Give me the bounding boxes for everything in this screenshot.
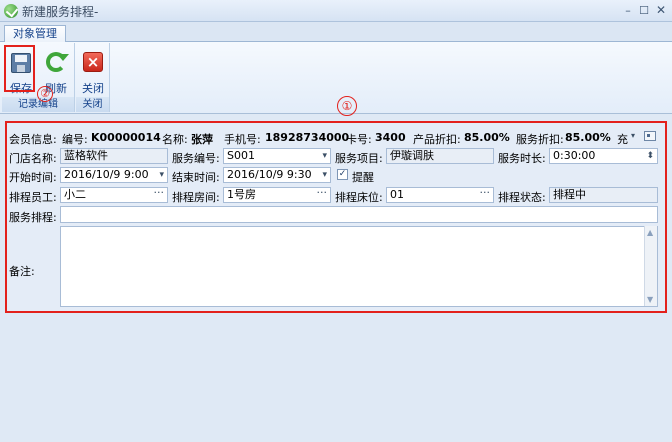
service-discount-value: 85.00% [565,131,611,144]
member-card-icon[interactable] [644,131,656,141]
bed-picker[interactable]: 01 [386,187,494,203]
recharge-chevron-down-icon[interactable]: ▾ [631,131,635,140]
service-item-label: 服务项目: [335,152,383,165]
member-card-label: 卡号: [346,133,372,146]
ribbon-group-close: × 关闭 关闭 [76,43,110,112]
annotation-1: ① [337,96,357,116]
product-discount-label: 产品折扣: [413,133,461,146]
member-card-value: 3400 [375,131,406,144]
room-picker[interactable]: 1号房 [223,187,331,203]
tab-object-management[interactable]: 对象管理 [4,25,66,43]
end-time-picker[interactable]: 2016/10/9 9:30 [223,167,331,183]
bed-label: 排程床位: [335,191,383,204]
title-bar: 新建服务排程- – ☐ ✕ [0,0,672,22]
service-no-select[interactable]: S001 [223,148,331,164]
service-no-label: 服务编号: [172,152,220,165]
staff-picker[interactable]: 小二 [60,187,168,203]
close-window-button[interactable]: ✕ [653,3,669,18]
start-time-label: 开始时间: [9,171,57,184]
remark-scrollbar[interactable]: ▲ ▼ [644,226,657,306]
store-name-label: 门店名称: [9,152,57,165]
end-time-label: 结束时间: [172,171,220,184]
remind-checkbox[interactable]: ✓ [337,169,348,180]
member-phone-label: 手机号: [224,133,261,146]
close-button[interactable]: × 关闭 [76,45,110,95]
scroll-up-icon[interactable]: ▲ [647,228,653,237]
room-label: 排程房间: [172,191,220,204]
member-no-value: K00000014 [91,131,161,144]
maximize-button[interactable]: ☐ [636,3,652,18]
close-icon: × [83,52,103,72]
remind-label: 提醒 [352,171,374,184]
close-button-label: 关闭 [82,82,104,95]
schedule-status-field: 排程中 [549,187,658,203]
app-icon [4,4,18,18]
member-name-label: 名称: [162,133,188,146]
minimize-button[interactable]: – [620,3,636,18]
save-highlight-box [4,45,35,92]
scroll-down-icon[interactable]: ▼ [647,295,653,304]
member-no-label: 编号: [62,133,88,146]
remark-textarea[interactable] [60,226,658,307]
service-schedule-label: 服务排程: [9,211,57,224]
schedule-status-label: 排程状态: [498,191,546,204]
member-phone-value: 18928734000 [265,131,350,144]
ribbon: 保存 刷新 记录编辑 × 关闭 关闭 [0,42,672,114]
start-time-picker[interactable]: 2016/10/9 9:00 [60,167,168,183]
annotation-2: ② [37,86,53,102]
remark-label: 备注: [9,265,35,278]
member-info-label: 会员信息: [9,133,57,146]
group-label-close: 关闭 [76,97,109,112]
service-schedule-input[interactable] [60,206,658,223]
window-title: 新建服务排程- [22,5,99,19]
store-name-field: 蓝格软件 [60,148,168,164]
service-item-field: 伊璇调肤 [386,148,494,164]
service-duration-label: 服务时长: [498,152,546,165]
recharge-dropdown[interactable]: 充 [617,131,628,147]
member-name-value: 张萍 [191,133,213,146]
service-discount-label: 服务折扣: [516,133,564,146]
service-duration-stepper[interactable]: 0:30:00 [549,148,658,164]
product-discount-value: 85.00% [464,131,510,144]
staff-label: 排程员工: [9,191,57,204]
refresh-icon [46,52,69,72]
ribbon-tabstrip: 对象管理 [0,22,672,43]
